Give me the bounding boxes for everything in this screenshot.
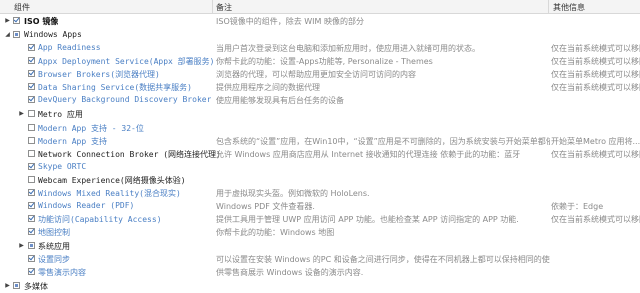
tree-row[interactable]: 地图控制 你帮卡此的功能：Windows 地图 [0,225,640,238]
collapse-icon[interactable]: ◢ [4,31,11,38]
tree-row[interactable]: Windows Reader (PDF) Windows PDF 文件查看器. … [0,199,640,212]
component-notes: 使应用能够发现具有后台任务的设备 [216,96,344,105]
component-name: 系统应用 [38,242,70,251]
checkbox[interactable] [28,215,35,222]
component-other-info: 依赖于：Edge [551,202,604,211]
component-name: Data Sharing Service(数据共享服务) [38,83,192,92]
tree-row[interactable]: ▶ 多媒体 [0,279,640,292]
tree-row[interactable]: Browser Brokers(浏览器代理) 浏览器的代理，可以帮助应用更加安全… [0,67,640,80]
tree-row[interactable]: Data Sharing Service(数据共享服务) 提供应用程序之间的数据… [0,80,640,93]
checkbox[interactable] [28,163,35,170]
checkbox[interactable] [13,31,20,38]
component-other-info: 仅在当前系统模式可以移除 [551,44,640,53]
checkbox[interactable] [13,17,20,24]
expand-icon[interactable]: ▶ [4,17,11,24]
tree-row[interactable]: Skype ORTC [0,160,640,173]
component-name: Appx Deployment Service(Appx 部署服务) [38,57,215,66]
tree-row[interactable]: 设置同步 可以设置在安装 Windows 的PC 和设备之间进行同步，使得在不同… [0,252,640,265]
expand-icon[interactable]: ▶ [18,242,25,249]
component-name: ISO 镜像 [24,17,59,26]
component-other-info: 仅在当前系统模式可以移除 [551,70,640,79]
component-notes: 你帮卡此的功能：Windows 地图 [216,228,335,237]
checkbox[interactable] [28,202,35,209]
component-name: 地图控制 [38,228,70,237]
tree-row[interactable]: ▶ ISO 镜像 ISO镜像中的组件，除去 WIM 映像的部分 [0,14,640,27]
component-name: Network Connection Broker (网络连接代理) [38,150,221,159]
expand-icon[interactable]: ▶ [18,110,25,117]
checkbox[interactable] [28,268,35,275]
component-name: Webcam Experience(网络摄像头体验) [38,176,186,185]
component-notes: 用于虚拟现实头盔。例如微软的 HoloLens. [216,189,370,198]
component-notes: 允许 Windows 应用商店应用从 Internet 接收通知的代理连接 依赖… [216,150,521,159]
tree-row[interactable]: ◢ Windows Apps [0,28,640,41]
component-name: DevQuery Background Discovery Broker [38,95,212,104]
component-other-info: 开始菜单Metro 应用将... [551,137,640,146]
component-notes: 提供应用程序之间的数据代理 [216,83,320,92]
component-notes: 你帮卡此的功能：设置-Apps功能等, Personalize - Themes [216,57,433,66]
tree-row[interactable]: Modern App 支持 包含系统的“设置”应用，在Win10中，“设置”应用… [0,134,640,147]
component-other-info: 仅在当前系统模式可以移除 [551,150,640,159]
component-name: Windows Reader (PDF) [38,201,135,210]
tree-row[interactable]: 功能访问(Capability Access) 提供工具用于管理 UWP 应用访… [0,212,640,225]
component-other-info: 仅在当前系统模式可以移除 [551,83,640,92]
checkbox[interactable] [28,124,35,131]
component-notes: 供零售商展示 Windows 设备的演示内容. [216,268,364,277]
component-notes: 包含系统的“设置”应用，在Win10中，“设置”应用是不可删除的，因为系统安装与… [216,137,550,146]
column-header-name[interactable]: 组件 [14,2,30,13]
checkbox[interactable] [28,189,35,196]
tree-row[interactable]: Network Connection Broker (网络连接代理) 允许 Wi… [0,147,640,160]
checkbox[interactable] [28,83,35,90]
tree-row[interactable]: DevQuery Background Discovery Broker 使应用… [0,93,640,106]
tree-row[interactable]: ▶ 系统应用 [0,239,640,252]
component-notes: ISO镜像中的组件，除去 WIM 映像的部分 [216,17,364,26]
column-divider[interactable] [548,0,549,14]
component-name: Modern App 支持 - 32-位 [38,124,144,133]
tree-row[interactable]: App Readiness 当用户首次登录到这台电脑和添加新应用时，使应用进入就… [0,41,640,54]
component-name: Browser Brokers(浏览器代理) [38,70,160,79]
checkbox[interactable] [28,176,35,183]
column-divider[interactable] [212,0,213,14]
component-name: 功能访问(Capability Access) [38,215,162,224]
component-name: Windows Apps [24,30,82,39]
component-notes: 当用户首次登录到这台电脑和添加新应用时，使应用进入就绪可用的状态。 [216,44,480,53]
checkbox[interactable] [28,137,35,144]
component-notes: 浏览器的代理，可以帮助应用更加安全访问可访问的内容 [216,70,416,79]
checkbox[interactable] [28,70,35,77]
column-header: 组件 备注 其他信息 [0,0,640,14]
component-name: Modern App 支持 [38,137,107,146]
checkbox[interactable] [13,282,20,289]
tree-row[interactable]: Windows Mixed Reality(混合现实) 用于虚拟现实头盔。例如微… [0,186,640,199]
component-notes: 可以设置在安装 Windows 的PC 和设备之间进行同步，使得在不同机器上都可… [216,255,550,264]
checkbox[interactable] [28,110,35,117]
checkbox[interactable] [28,150,35,157]
component-name: Metro 应用 [38,110,83,119]
tree-row[interactable]: Webcam Experience(网络摄像头体验) [0,173,640,186]
component-name: Windows Mixed Reality(混合现实) [38,189,181,198]
component-notes: Windows PDF 文件查看器. [216,202,315,211]
tree-row[interactable]: 零售演示内容 供零售商展示 Windows 设备的演示内容. [0,265,640,278]
component-other-info: 仅在当前系统模式可以移除 [551,57,640,66]
column-header-notes[interactable]: 备注 [216,2,232,13]
checkbox[interactable] [28,255,35,262]
checkbox[interactable] [28,228,35,235]
component-name: 多媒体 [24,282,48,291]
tree-row[interactable]: ▶ Metro 应用 [0,107,640,120]
checkbox[interactable] [28,242,35,249]
expand-icon[interactable]: ▶ [4,282,11,289]
component-other-info: 仅在当前系统模式可以移除 [551,215,640,224]
component-name: App Readiness [38,43,101,52]
component-notes: 提供工具用于管理 UWP 应用访问 APP 功能。也能检查某 APP 访问指定的… [216,215,519,224]
tree-row[interactable]: Modern App 支持 - 32-位 [0,121,640,134]
column-header-other[interactable]: 其他信息 [553,2,585,13]
checkbox[interactable] [28,44,35,51]
checkbox[interactable] [28,96,35,103]
component-name: 零售演示内容 [38,268,86,277]
tree-row[interactable]: Appx Deployment Service(Appx 部署服务) 你帮卡此的… [0,54,640,67]
checkbox[interactable] [28,57,35,64]
component-name: Skype ORTC [38,162,87,171]
component-name: 设置同步 [38,255,70,264]
